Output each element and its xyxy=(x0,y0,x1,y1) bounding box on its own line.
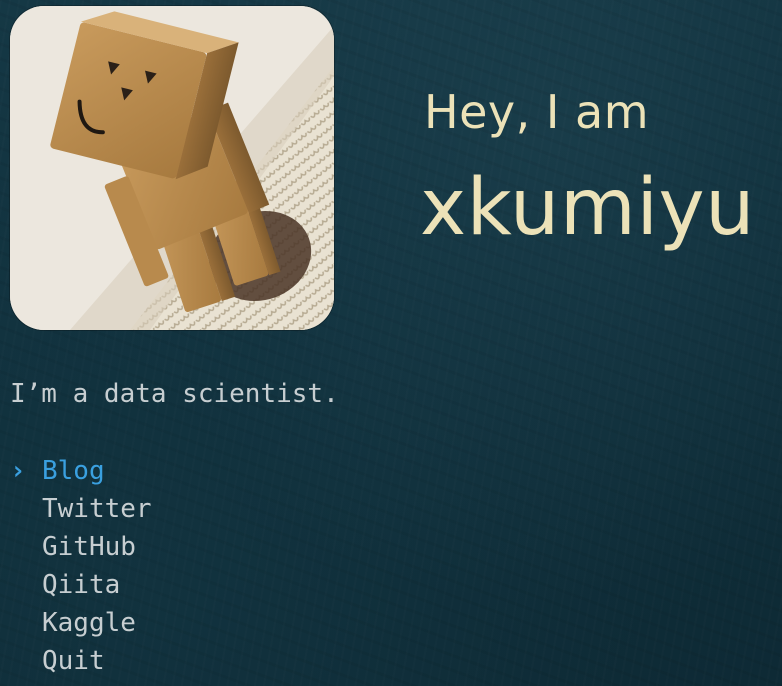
menu-item-quit[interactable]: Quit xyxy=(10,642,152,680)
menu-item-label: Twitter xyxy=(42,494,152,524)
selection-pointer-icon: › xyxy=(10,456,26,486)
menu-item-label: GitHub xyxy=(42,532,136,562)
menu-item-label: Blog xyxy=(42,456,105,486)
menu-item-kaggle[interactable]: Kaggle xyxy=(10,604,152,642)
tagline: I’m a data scientist. xyxy=(10,379,339,409)
menu-item-twitter[interactable]: Twitter xyxy=(10,490,152,528)
link-menu: › Blog Twitter GitHub Qiita Kaggle Quit xyxy=(10,452,152,680)
username-heading: xkumiyu xyxy=(420,163,756,253)
avatar xyxy=(10,6,334,330)
menu-item-blog[interactable]: › Blog xyxy=(10,452,152,490)
menu-item-label: Kaggle xyxy=(42,608,136,638)
menu-item-qiita[interactable]: Qiita xyxy=(10,566,152,604)
menu-item-label: Qiita xyxy=(42,570,121,600)
greeting-heading: Hey, I am xyxy=(424,85,650,139)
menu-item-github[interactable]: GitHub xyxy=(10,528,152,566)
menu-item-label: Quit xyxy=(42,646,105,676)
